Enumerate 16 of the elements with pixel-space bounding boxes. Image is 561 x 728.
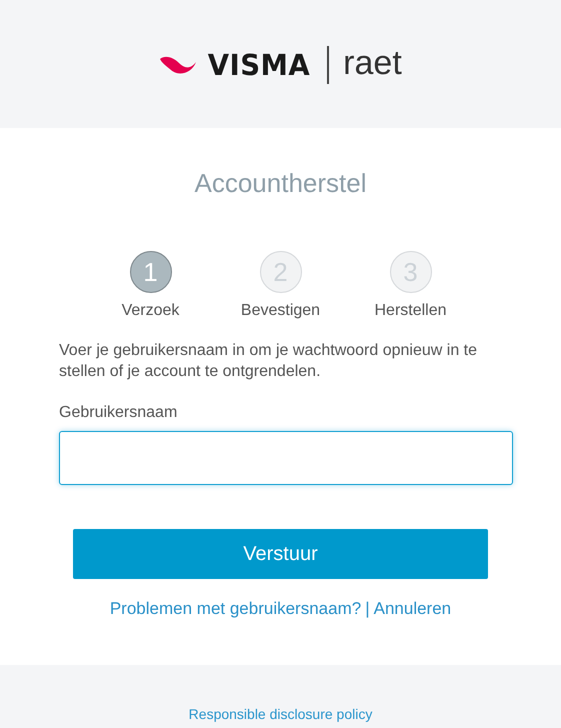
step-label: Bevestigen bbox=[240, 301, 320, 320]
step-label: Herstellen bbox=[374, 301, 447, 320]
cancel-link[interactable]: Annuleren bbox=[374, 599, 452, 619]
help-link[interactable]: Problemen met gebruikersnaam? bbox=[110, 599, 362, 619]
logo-swoosh-icon bbox=[159, 55, 198, 75]
username-field[interactable] bbox=[59, 431, 513, 485]
logo-brand: VISMA bbox=[208, 48, 310, 82]
instructions: Voer je gebruikersnaam in om je wachtwoord opnieuw in te stellen of je account te ontgrendelen. bbox=[59, 341, 478, 382]
submit-button[interactable]: Verstuur bbox=[73, 529, 488, 579]
disclosure-link[interactable]: Responsible disclosure policy bbox=[188, 706, 372, 722]
page-title: Accountherstel bbox=[194, 168, 366, 199]
logo-product: raet bbox=[343, 44, 402, 84]
field-label: Gebruikersnaam bbox=[59, 404, 178, 422]
step-circle: 1 bbox=[130, 251, 172, 293]
step-label: Verzoek bbox=[122, 301, 180, 320]
separator: | bbox=[365, 599, 370, 619]
